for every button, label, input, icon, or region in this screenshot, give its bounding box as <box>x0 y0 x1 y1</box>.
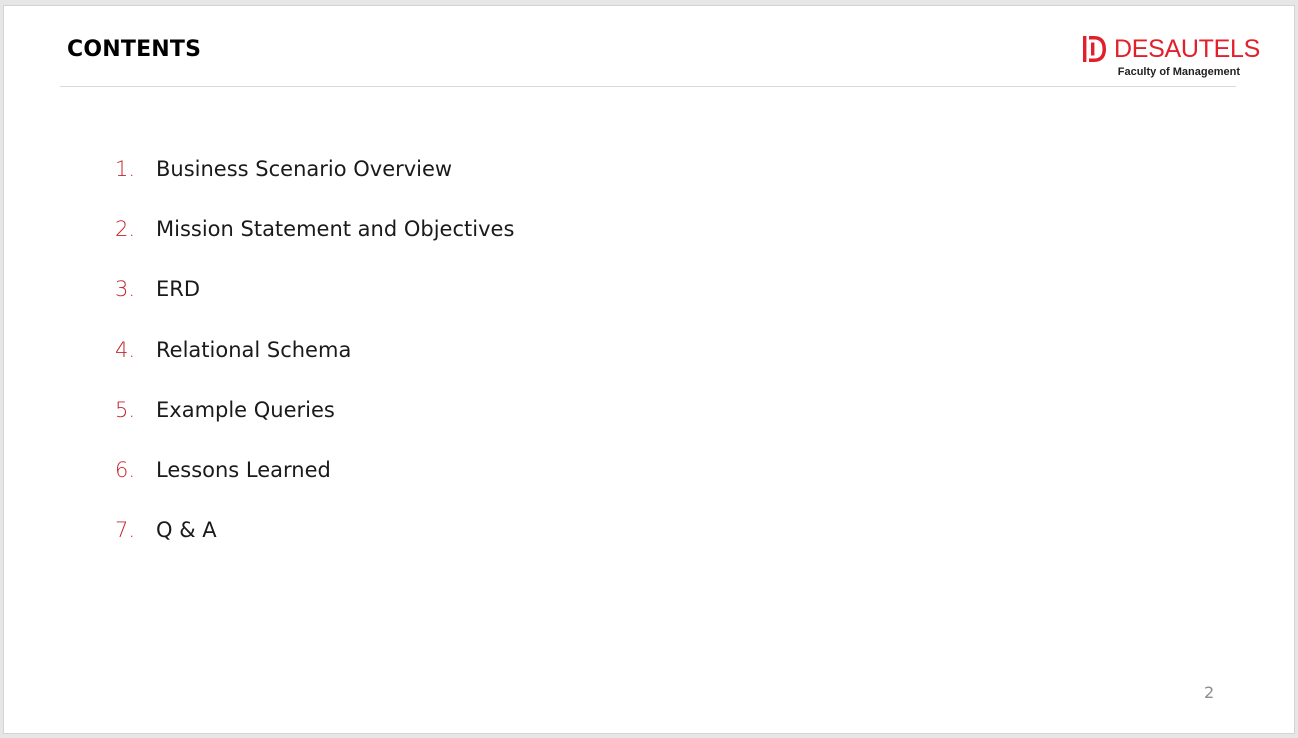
item-number: 1. <box>115 157 136 181</box>
contents-item: 3. ERD <box>115 274 514 334</box>
page-number: 2 <box>1204 683 1215 702</box>
slide: CONTENTS DESAUTELS Faculty of Management… <box>4 6 1294 733</box>
contents-item: 6. Lessons Learned <box>115 455 514 515</box>
desautels-logo: DESAUTELS Faculty of Management <box>1080 30 1260 82</box>
item-label: Business Scenario Overview <box>156 157 453 181</box>
logo-subtitle: Faculty of Management <box>1117 66 1240 78</box>
contents-item: 7. Q & A <box>115 515 514 575</box>
item-label: ERD <box>156 277 201 302</box>
item-number: 6. <box>115 457 136 482</box>
item-label: Mission Statement and Objectives <box>156 217 515 242</box>
header-divider <box>60 86 1236 87</box>
item-label: Relational Schema <box>156 337 352 362</box>
item-number: 7. <box>115 518 136 543</box>
logo-wordmark: DESAUTELS <box>1114 35 1260 63</box>
item-label: Lessons Learned <box>156 457 331 482</box>
contents-item: 1. Business Scenario Overview <box>115 154 514 214</box>
item-label: Example Queries <box>156 397 335 422</box>
slide-title: CONTENTS <box>67 37 202 62</box>
contents-item: 4. Relational Schema <box>115 335 514 395</box>
item-number: 2. <box>115 217 136 242</box>
contents-list: 1. Business Scenario Overview 2. Mission… <box>115 154 514 575</box>
contents-item: 2. Mission Statement and Objectives <box>115 214 514 274</box>
item-number: 4. <box>115 337 136 362</box>
item-number: 3. <box>115 277 136 302</box>
item-number: 5. <box>115 397 136 422</box>
item-label: Q & A <box>156 518 217 543</box>
desautels-logo-icon <box>1083 36 1106 62</box>
contents-item: 5. Example Queries <box>115 395 514 455</box>
